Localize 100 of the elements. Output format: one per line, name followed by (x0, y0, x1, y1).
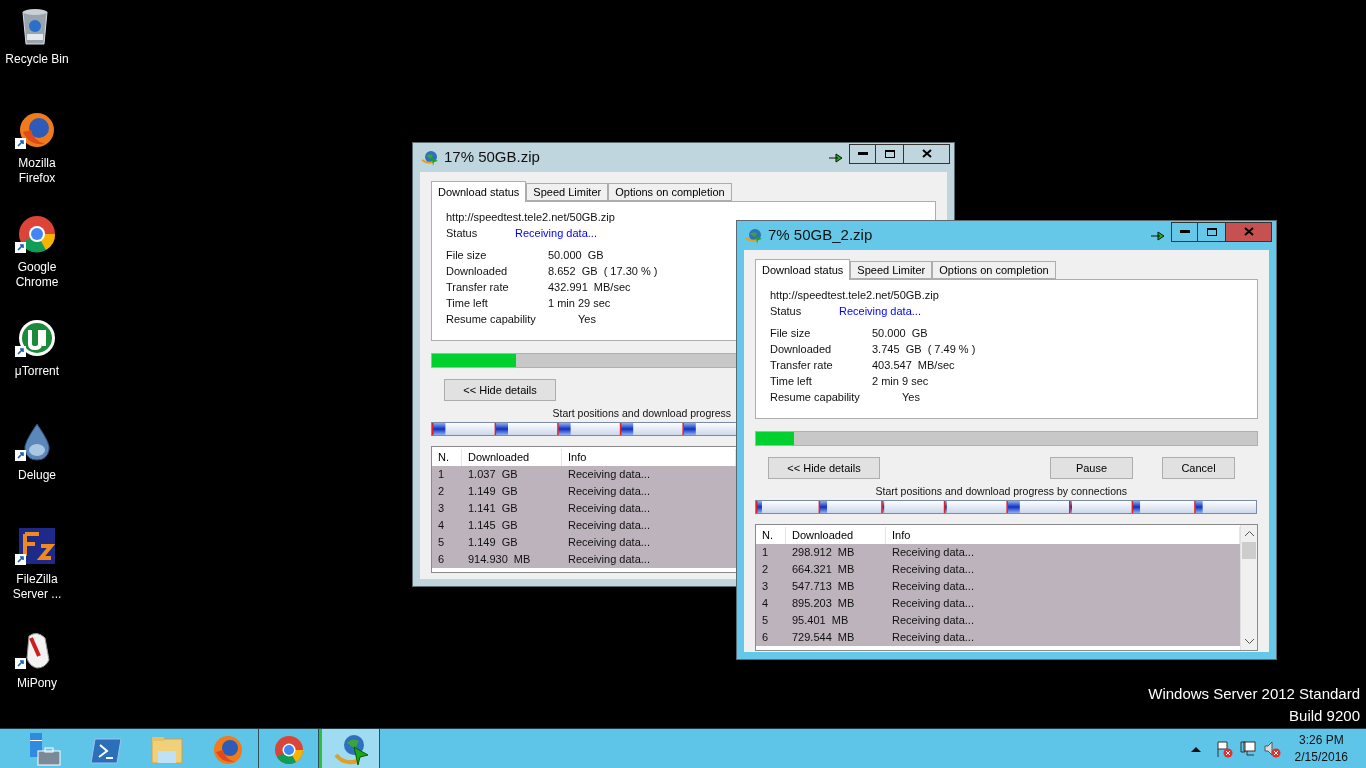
scrollbar[interactable] (1240, 525, 1257, 650)
volume-muted-icon[interactable] (1262, 739, 1281, 758)
arrow-icon[interactable] (1151, 230, 1167, 241)
table-cell-text: Receiving data... (891, 613, 975, 628)
field-label: Downloaded (770, 342, 833, 357)
tab[interactable]: Download status (755, 259, 851, 280)
connections-caption: Start positions and download progress (552, 406, 733, 420)
table-cell-text: 1.141 GB (467, 501, 519, 516)
field-value: 403.547 MB/sec (872, 358, 955, 373)
table-cell-text: 547.713 MB (791, 579, 856, 594)
table-cell-text: 729.544 MB (791, 630, 856, 645)
maximize-button[interactable] (1198, 221, 1226, 242)
connections-caption: Start positions and download progress by connections (875, 484, 1129, 498)
table-cell-text: 3 (761, 579, 770, 594)
tab[interactable]: Speed Limiter (526, 183, 609, 201)
close-button[interactable] (904, 143, 950, 164)
arrow-icon[interactable] (829, 152, 845, 163)
field-value: 50.000 GB (872, 326, 928, 341)
table-cell-text: 4 (761, 596, 770, 611)
field-label: Resume capability (770, 390, 861, 405)
table-cell-text: Receiving data... (567, 501, 651, 516)
table-cell-text: 1.149 GB (467, 484, 519, 499)
field-label: File size (446, 248, 488, 263)
close-button[interactable] (1226, 221, 1272, 242)
table-cell-text: Receiving data... (567, 535, 651, 550)
table-cell-text: 95.401 MB (791, 613, 850, 628)
tab[interactable]: Options on completion (608, 183, 732, 201)
globe-arrow-icon (421, 149, 439, 166)
minimize-icon (857, 152, 868, 155)
maximize-button[interactable] (876, 143, 904, 164)
close-icon (1243, 227, 1254, 236)
taskbar-button[interactable] (258, 729, 319, 768)
table-cell-text: Receiving data... (567, 467, 651, 482)
window-title: 7% 50GB_2.zip (768, 225, 873, 246)
show-hidden-icons-button[interactable] (1190, 745, 1201, 752)
window-title: 17% 50GB.zip (444, 147, 540, 168)
desktop-icon-label: FileZilla Server ... (11, 572, 63, 602)
field-value: 50.000 GB (548, 248, 604, 263)
table-cell-text: Receiving data... (567, 552, 651, 567)
desktop-icon-label: Mozilla Firefox (17, 156, 57, 186)
dialog-button[interactable]: Pause (1050, 457, 1133, 479)
os-edition-text: Windows Server 2012 Standard (1148, 684, 1360, 704)
desktop-icon-label: μTorrent (13, 364, 61, 379)
desktop-icon-label: Google Chrome (14, 260, 60, 290)
table-cell-text: 5 (761, 613, 770, 628)
table-cell-text: 895.203 MB (791, 596, 856, 611)
dialog-button[interactable]: << Hide details (768, 457, 880, 479)
table-cell-text: 6 (761, 630, 770, 645)
table-cell-text: 664.321 MB (791, 562, 856, 577)
clock-time[interactable]: 3:26 PM (1298, 731, 1344, 749)
table-cell-text: 298.912 MB (791, 545, 856, 560)
maximize-icon (884, 149, 895, 158)
desktop-icon-label: Deluge (17, 468, 57, 483)
table-cell-text: Receiving data... (891, 596, 975, 611)
os-edition-text: Build 9200 (1289, 706, 1360, 726)
tab[interactable]: Download status (431, 181, 527, 202)
field-label: File size (770, 326, 812, 341)
download-url: http://speedtest.tele2.net/50GB.zip (446, 210, 616, 225)
table-cell-text: Receiving data... (891, 545, 975, 560)
globe-arrow-icon (745, 227, 763, 244)
field-value: 3.745 GB ( 7.49 % ) (872, 342, 976, 357)
field-label: Downloaded (446, 264, 509, 279)
table-cell-text: 5 (437, 535, 446, 550)
table-cell-text: 2 (437, 484, 446, 499)
field-label: Time left (770, 374, 813, 389)
field-value: 1 min 29 sec (548, 296, 611, 311)
desktop-icon-label: Recycle Bin (4, 52, 70, 67)
dialog-button[interactable]: Cancel (1162, 457, 1235, 479)
table-cell-text: 4 (437, 518, 446, 533)
table-cell-text: 1.037 GB (467, 467, 519, 482)
field-value: 2 min 9 sec (872, 374, 929, 389)
maximize-icon (1206, 227, 1217, 236)
table-cell-text: Receiving data... (567, 518, 651, 533)
field-value: Yes (577, 312, 596, 327)
close-icon (921, 149, 932, 158)
status-value: Receiving data... (515, 226, 597, 241)
minimize-icon (1179, 230, 1190, 233)
field-label: Transfer rate (446, 280, 510, 295)
table-cell-text: 1.145 GB (467, 518, 519, 533)
network-icon[interactable] (1238, 739, 1257, 758)
download-url: http://speedtest.tele2.net/50GB.zip (770, 288, 940, 303)
field-label: Status (446, 226, 479, 241)
clock-date[interactable]: 2/15/2016 (1294, 748, 1348, 766)
field-label: Transfer rate (770, 358, 834, 373)
table-cell-text: 6 (437, 552, 446, 567)
table-cell-text: Receiving data... (567, 484, 651, 499)
taskbar-button[interactable] (319, 729, 380, 768)
field-label: Time left (446, 296, 489, 311)
table-cell-text: 1 (761, 545, 770, 560)
scroll-thumb[interactable] (1242, 542, 1256, 559)
field-value: Yes (901, 390, 920, 405)
flag-warning-icon[interactable] (1214, 739, 1233, 758)
field-label: Resume capability (446, 312, 537, 327)
minimize-button[interactable] (849, 143, 876, 164)
table-cell-text: Receiving data... (891, 630, 975, 645)
tab[interactable]: Speed Limiter (850, 261, 933, 279)
table-cell-text: 1.149 GB (467, 535, 519, 550)
minimize-button[interactable] (1171, 221, 1198, 242)
dialog-button[interactable]: << Hide details (444, 379, 556, 401)
tab[interactable]: Options on completion (932, 261, 1056, 279)
